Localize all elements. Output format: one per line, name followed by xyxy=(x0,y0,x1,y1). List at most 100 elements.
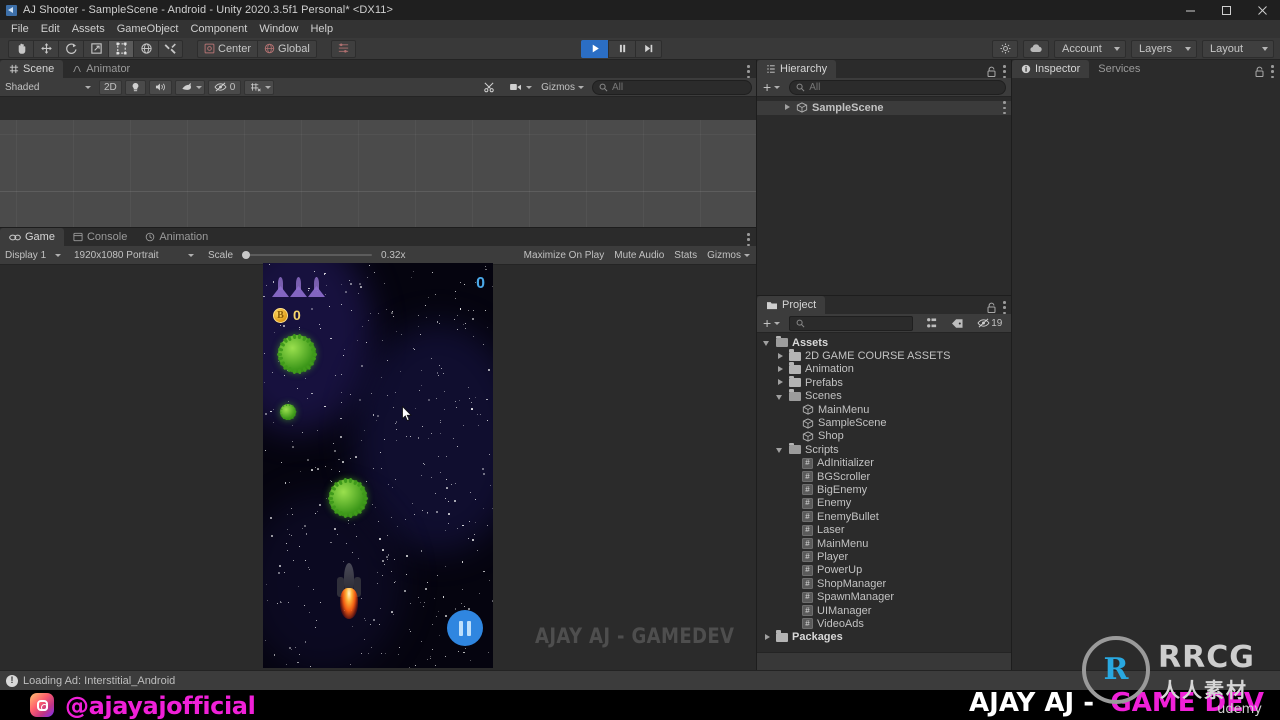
tab-animation[interactable]: Animation xyxy=(136,228,217,246)
account-dropdown[interactable]: Account xyxy=(1054,39,1126,58)
project-tree-item[interactable]: Shop xyxy=(757,430,1012,443)
panel-divider-vertical[interactable] xyxy=(1011,60,1012,670)
project-tree-item[interactable]: # Laser xyxy=(757,523,1012,536)
hierarchy-search-input[interactable]: All xyxy=(789,79,1006,95)
inspector-panel-menu-icon[interactable] xyxy=(1271,65,1274,78)
scale-slider-handle[interactable] xyxy=(242,251,251,259)
tab-services[interactable]: Services xyxy=(1089,60,1149,78)
chevron-right-icon[interactable] xyxy=(776,352,785,361)
project-visibility-toggle[interactable]: 19 xyxy=(972,316,1007,331)
lock-icon[interactable] xyxy=(986,66,997,78)
menu-item-gameobject[interactable]: GameObject xyxy=(111,20,185,38)
step-button[interactable] xyxy=(635,39,662,58)
project-tree-item[interactable]: # AdInitializer xyxy=(757,457,1012,470)
scene-fx-dropdown[interactable] xyxy=(174,79,205,95)
project-tree-item[interactable]: MainMenu xyxy=(757,403,1012,416)
project-filter-label-icon[interactable] xyxy=(946,316,969,331)
mute-audio-toggle[interactable]: Mute Audio xyxy=(609,248,669,263)
coordinate-space-button[interactable]: Global xyxy=(257,39,317,58)
scene-visibility-toggle[interactable]: 0 xyxy=(207,79,242,95)
project-tree-item[interactable]: Packages xyxy=(757,630,1012,644)
project-tree-item[interactable]: # PowerUp xyxy=(757,564,1012,577)
resolution-dropdown[interactable]: 1920x1080 Portrait xyxy=(69,248,199,263)
lock-icon[interactable] xyxy=(1254,66,1265,78)
rect-tool-button[interactable] xyxy=(108,39,133,58)
maximize-button[interactable] xyxy=(1208,0,1244,20)
pause-game-button[interactable] xyxy=(447,610,483,646)
stats-toggle[interactable]: Stats xyxy=(669,248,702,263)
hierarchy-add-button[interactable]: + xyxy=(761,80,782,95)
project-tree-item[interactable]: Scripts xyxy=(757,442,1012,456)
play-button[interactable] xyxy=(581,39,608,58)
layers-dropdown[interactable]: Layers xyxy=(1131,39,1197,58)
lock-icon[interactable] xyxy=(986,302,997,314)
project-tree-item[interactable]: Scenes xyxy=(757,389,1012,403)
project-search-input[interactable] xyxy=(789,315,914,331)
scene-search-input[interactable]: All xyxy=(592,79,752,95)
scale-slider[interactable] xyxy=(242,249,373,261)
cloud-icon[interactable] xyxy=(1023,39,1049,58)
scene-panel-menu-icon[interactable] xyxy=(747,65,750,78)
tab-inspector[interactable]: Inspector xyxy=(1012,60,1090,78)
menu-item-edit[interactable]: Edit xyxy=(35,20,66,38)
project-tree-item[interactable]: # UIManager xyxy=(757,604,1012,617)
menu-item-window[interactable]: Window xyxy=(253,20,304,38)
project-tree-item[interactable]: 2D GAME COURSE ASSETS xyxy=(757,349,1012,362)
gizmos-dropdown[interactable]: Gizmos xyxy=(536,80,584,95)
chevron-down-icon[interactable] xyxy=(763,338,772,347)
snap-settings-button[interactable] xyxy=(330,39,356,58)
pause-button[interactable] xyxy=(608,39,635,58)
project-tree-item[interactable]: # SpawnManager xyxy=(757,590,1012,603)
scale-tool-button[interactable] xyxy=(83,39,108,58)
transform-tool-button[interactable] xyxy=(133,39,158,58)
minimize-button[interactable] xyxy=(1172,0,1208,20)
project-filter-type-icon[interactable] xyxy=(920,316,943,331)
chevron-right-icon[interactable] xyxy=(783,103,792,112)
project-panel-menu-icon[interactable] xyxy=(1003,301,1006,314)
tab-animator[interactable]: Animator xyxy=(63,60,139,78)
project-tree-item[interactable]: Prefabs xyxy=(757,375,1012,389)
panel-divider-vertical[interactable] xyxy=(756,60,757,670)
panel-divider-horizontal[interactable] xyxy=(757,295,1011,296)
rotate-tool-button[interactable] xyxy=(58,39,83,58)
project-tree-item[interactable]: Assets xyxy=(757,335,1012,349)
collab-icon[interactable] xyxy=(992,39,1018,58)
project-tree-item[interactable]: # VideoAds xyxy=(757,617,1012,630)
menu-item-component[interactable]: Component xyxy=(184,20,253,38)
chevron-down-icon[interactable] xyxy=(776,392,785,401)
move-tool-button[interactable] xyxy=(33,39,58,58)
tab-game[interactable]: Game xyxy=(0,228,64,246)
chevron-right-icon[interactable] xyxy=(763,633,772,642)
scene-tools-button[interactable] xyxy=(478,80,500,95)
project-tree-item[interactable]: # BGScroller xyxy=(757,470,1012,483)
chevron-right-icon[interactable] xyxy=(776,378,785,387)
tab-hierarchy[interactable]: Hierarchy xyxy=(757,60,837,78)
game-view-render[interactable]: B 0 0 xyxy=(263,263,493,668)
custom-editor-tool-button[interactable] xyxy=(158,39,183,58)
scene-camera-dropdown[interactable] xyxy=(504,80,533,95)
project-add-button[interactable]: + xyxy=(761,316,782,331)
hierarchy-item-menu-icon[interactable] xyxy=(1003,101,1006,115)
maximize-on-play-toggle[interactable]: Maximize On Play xyxy=(519,248,610,263)
hierarchy-panel-menu-icon[interactable] xyxy=(1003,65,1006,78)
tab-project[interactable]: Project xyxy=(757,296,826,314)
project-tree-item[interactable]: # BigEnemy xyxy=(757,483,1012,496)
menu-item-file[interactable]: File xyxy=(5,20,35,38)
project-tree-item[interactable]: SampleScene xyxy=(757,416,1012,429)
panel-divider-horizontal[interactable] xyxy=(0,227,756,228)
close-button[interactable] xyxy=(1244,0,1280,20)
chevron-right-icon[interactable] xyxy=(776,365,785,374)
layout-dropdown[interactable]: Layout xyxy=(1202,39,1274,58)
project-tree-item[interactable]: Animation xyxy=(757,362,1012,376)
project-tree-item[interactable]: # ShopManager xyxy=(757,577,1012,590)
project-tree-item[interactable]: # EnemyBullet xyxy=(757,510,1012,523)
menu-item-help[interactable]: Help xyxy=(304,20,339,38)
menu-item-assets[interactable]: Assets xyxy=(66,20,111,38)
scene-audio-toggle[interactable] xyxy=(148,79,172,95)
scene-lighting-toggle[interactable] xyxy=(124,79,146,95)
project-tree-item[interactable]: # MainMenu xyxy=(757,537,1012,550)
toggle-2d-button[interactable]: 2D xyxy=(99,79,122,95)
hand-tool-button[interactable] xyxy=(8,39,33,58)
shading-mode-dropdown[interactable]: Shaded xyxy=(4,80,96,95)
game-panel-menu-icon[interactable] xyxy=(747,233,750,246)
